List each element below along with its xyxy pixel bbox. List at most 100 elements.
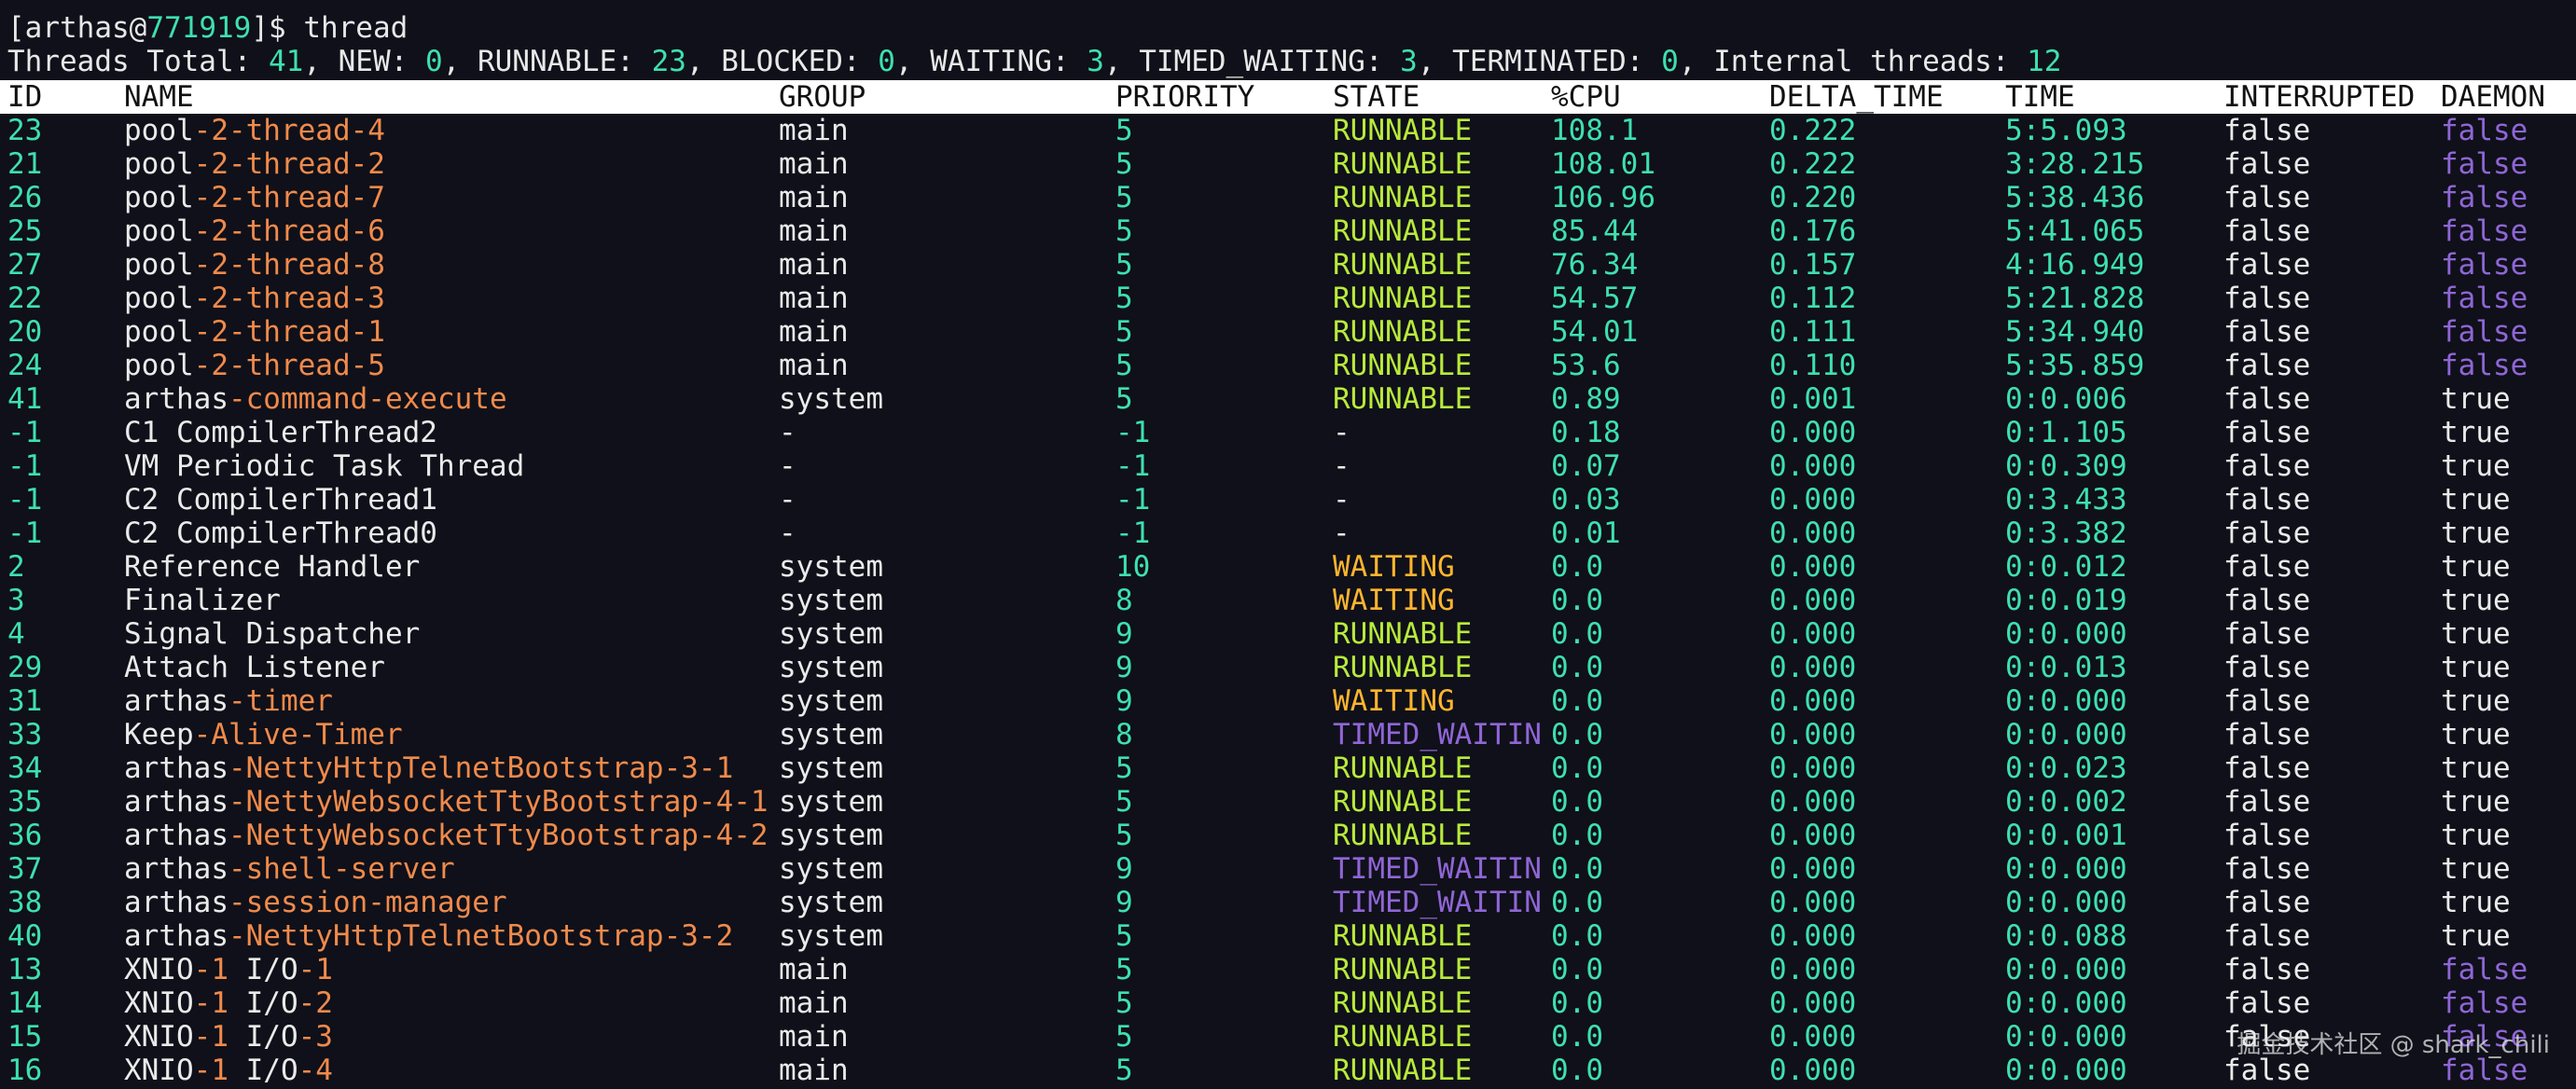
watermark: 掘金技术社区 @ shark_chili (2237, 1031, 2550, 1059)
thread-delta-time: 0.000 (1769, 684, 1857, 718)
table-row: 20 pool-2-thread-1 main 5 RUNNABLE 54.01 0.111… (0, 315, 2576, 349)
table-row: 24 pool-2-thread-5 main 5 RUNNABLE 53.6 0.110 5… (0, 349, 2576, 382)
thread-cpu: 108.01 (1551, 147, 1655, 181)
thread-daemon: true (2441, 617, 2511, 651)
thread-state: RUNNABLE (1333, 751, 1473, 785)
thread-id: 29 (7, 651, 43, 684)
thread-cpu: 0.0 (1551, 1054, 1603, 1087)
thread-name-part: XNIO (124, 986, 194, 1020)
thread-name-part: -4 (298, 1054, 333, 1087)
thread-name-part: Keep (124, 718, 194, 751)
thread-name-part: C2 CompilerThread1 (124, 483, 437, 517)
thread-name: arthas-NettyWebsocketTtyBootstrap-4-2 (124, 819, 769, 852)
thread-name: arthas-NettyHttpTelnetBootstrap-3-1 (124, 751, 733, 785)
thread-priority: -1 (1115, 517, 1151, 550)
thread-cpu: 85.44 (1551, 214, 1639, 248)
thread-time: 0:0.000 (2005, 986, 2127, 1020)
thread-daemon: true (2441, 684, 2511, 718)
thread-name-part: arthas (124, 684, 229, 718)
thread-priority: 9 (1115, 852, 1133, 886)
thread-state: - (1333, 483, 1350, 517)
thread-name-part: -1 (193, 1020, 229, 1054)
thread-priority: -1 (1115, 483, 1151, 517)
header-daemon: DAEMON (2441, 80, 2545, 114)
thread-name-part: arthas (124, 382, 229, 416)
thread-name-part: -session-manager (228, 886, 507, 919)
thread-delta-time: 0.000 (1769, 718, 1857, 751)
thread-priority: 5 (1115, 819, 1133, 852)
thread-time: 0:0.088 (2005, 919, 2127, 953)
thread-id: 21 (7, 147, 43, 181)
thread-priority: -1 (1115, 416, 1151, 449)
thread-name: arthas-command-execute (124, 382, 507, 416)
table-row: 2 Reference Handler system 10 WAITING 0.0 0.00… (0, 550, 2576, 584)
table-row: 38 arthas-session-manager system 9 TIMED_WAI… (0, 886, 2576, 919)
table-row: -1 C2 CompilerThread0 - -1 - 0.01 0.000 0:3.382… (0, 517, 2576, 550)
thread-state: RUNNABLE (1333, 248, 1473, 282)
thread-id: 25 (7, 214, 43, 248)
thread-delta-time: 0.000 (1769, 953, 1857, 986)
thread-name-part: pool (124, 248, 194, 282)
thread-id: -1 (7, 449, 43, 483)
thread-priority: 5 (1115, 919, 1133, 953)
thread-delta-time: 0.000 (1769, 986, 1857, 1020)
table-row: 13 XNIO-1 I/O-1 main 5 RUNNABLE 0.0 0.000 0:0.0… (0, 953, 2576, 986)
thread-daemon: false (2441, 349, 2528, 382)
summary-internal: 12 (2027, 45, 2062, 78)
thread-name: pool-2-thread-1 (124, 315, 385, 349)
thread-name-part: -2-thread-1 (193, 315, 385, 349)
thread-daemon: true (2441, 550, 2511, 584)
thread-name-part: -2 (298, 986, 333, 1020)
thread-name: XNIO-1 I/O-1 (124, 953, 333, 986)
thread-cpu: 0.0 (1551, 919, 1603, 953)
header-state: STATE (1333, 80, 1420, 114)
thread-group: main (779, 953, 849, 986)
thread-state: RUNNABLE (1333, 315, 1473, 349)
thread-daemon: true (2441, 517, 2511, 550)
thread-name: arthas-NettyWebsocketTtyBootstrap-4-1 (124, 785, 769, 819)
thread-name: pool-2-thread-8 (124, 248, 385, 282)
thread-id: 2 (7, 550, 25, 584)
thread-interrupted: false (2223, 919, 2311, 953)
thread-name-part: -2-thread-2 (193, 147, 385, 181)
thread-name: C1 CompilerThread2 (124, 416, 437, 449)
table-row: 14 XNIO-1 I/O-2 main 5 RUNNABLE 0.0 0.000 0:0.0… (0, 986, 2576, 1020)
thread-priority: 5 (1115, 282, 1133, 315)
header-name: NAME (124, 80, 194, 114)
thread-name-part: -1 (193, 953, 229, 986)
thread-name-part: arthas (124, 751, 229, 785)
thread-priority: 5 (1115, 986, 1133, 1020)
terminal-window[interactable]: [arthas@771919]$ thread Threads Total: 4… (0, 0, 2576, 78)
thread-name-part: -2-thread-3 (193, 282, 385, 315)
prompt-open-bracket: [ (7, 11, 25, 45)
thread-interrupted: false (2223, 349, 2311, 382)
thread-id: 15 (7, 1020, 43, 1054)
thread-time: 0:0.023 (2005, 751, 2127, 785)
thread-name: pool-2-thread-2 (124, 147, 385, 181)
summary-blocked-label: , BLOCKED: (686, 45, 879, 78)
thread-interrupted: false (2223, 416, 2311, 449)
thread-priority: 5 (1115, 1020, 1133, 1054)
thread-interrupted: false (2223, 550, 2311, 584)
thread-time: 0:0.013 (2005, 651, 2127, 684)
thread-id: 41 (7, 382, 43, 416)
thread-time: 0:0.000 (2005, 953, 2127, 986)
thread-interrupted: false (2223, 517, 2311, 550)
thread-group: system (779, 785, 883, 819)
thread-time: 0:0.001 (2005, 819, 2127, 852)
thread-delta-time: 0.220 (1769, 181, 1857, 214)
thread-name-part: -Alive-Timer (193, 718, 403, 751)
thread-name-part: I/O (228, 1054, 298, 1087)
header-cpu: %CPU (1551, 80, 1621, 114)
thread-delta-time: 0.001 (1769, 382, 1857, 416)
thread-group: system (779, 919, 883, 953)
table-row: 29 Attach Listener system 9 RUNNABLE 0.0 0.000… (0, 651, 2576, 684)
thread-name: XNIO-1 I/O-3 (124, 1020, 333, 1054)
thread-daemon: false (2441, 315, 2528, 349)
thread-time: 0:0.002 (2005, 785, 2127, 819)
thread-id: 3 (7, 584, 25, 617)
thread-name-part: -2-thread-6 (193, 214, 385, 248)
thread-delta-time: 0.000 (1769, 1020, 1857, 1054)
thread-interrupted: false (2223, 114, 2311, 147)
thread-name-part: arthas (124, 852, 229, 886)
